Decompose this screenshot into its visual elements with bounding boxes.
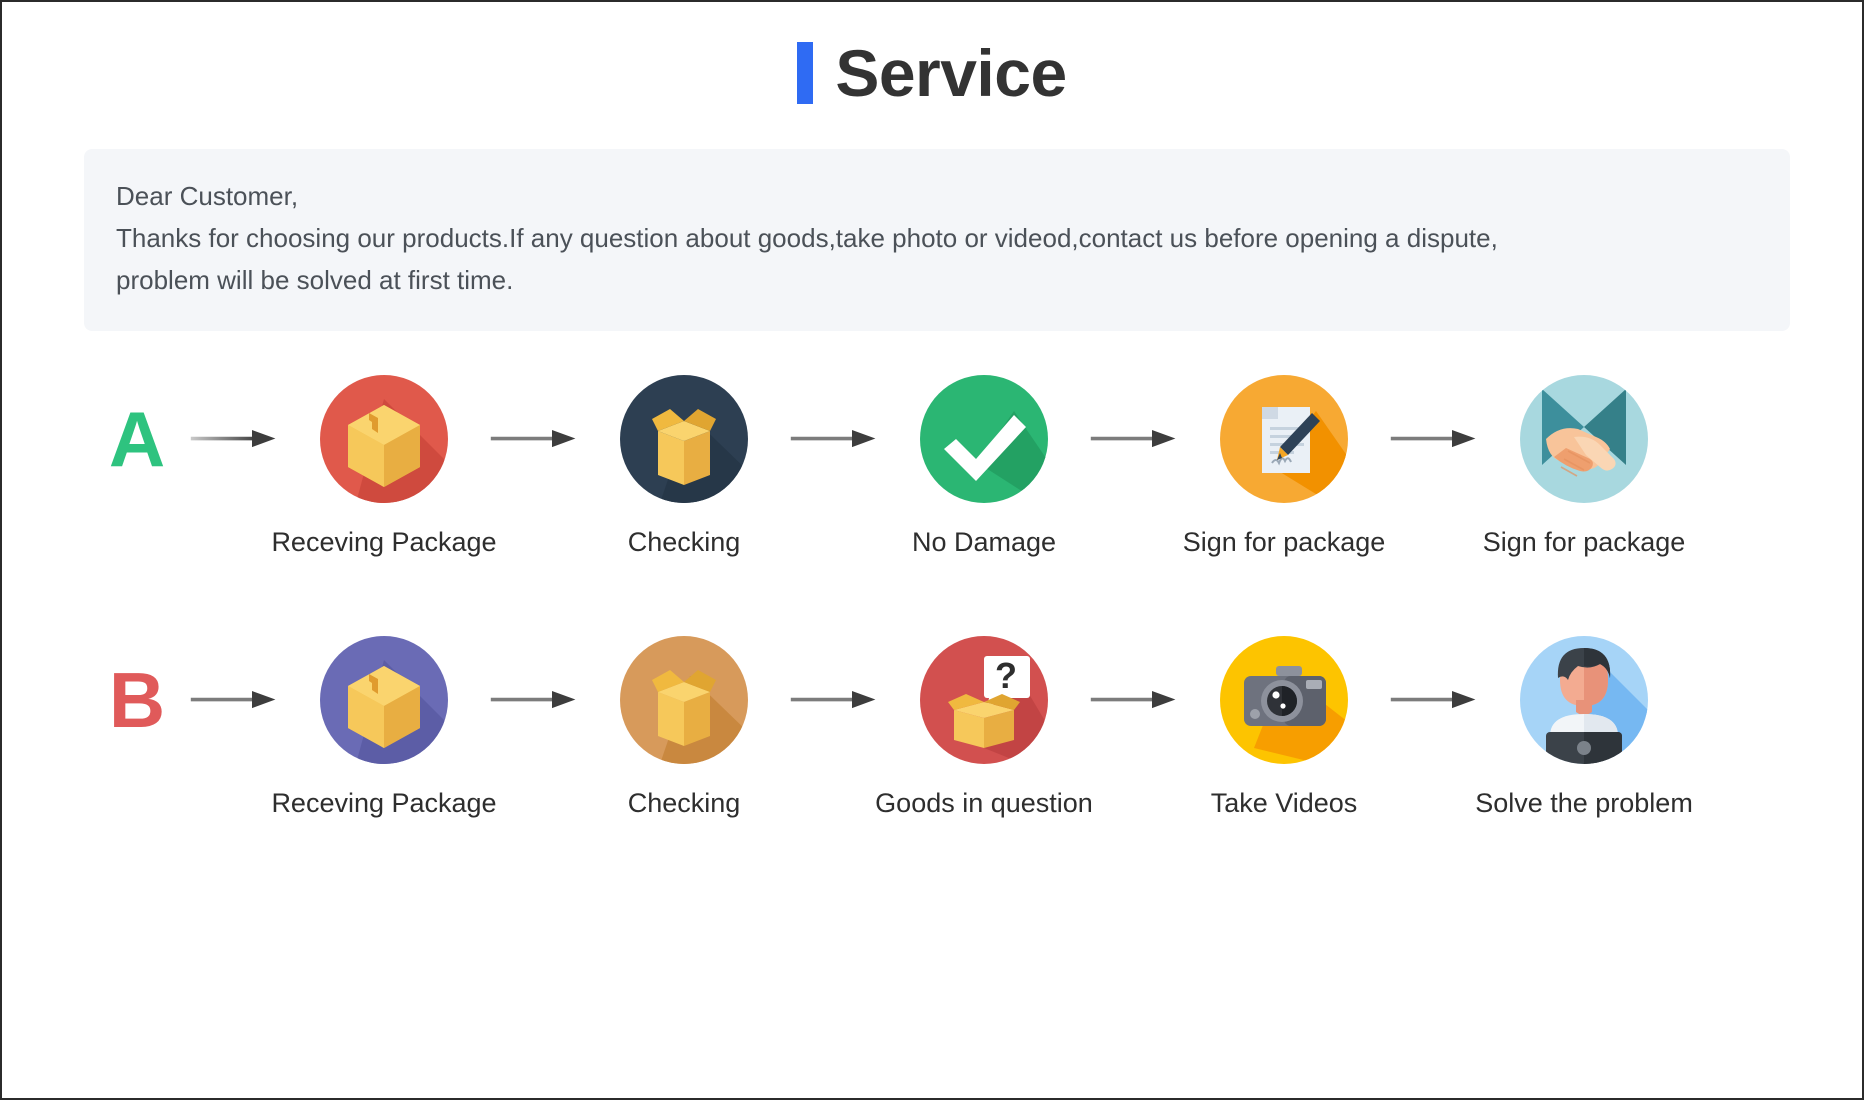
flow-step-label: Checking	[627, 527, 741, 558]
flow-step-b-1: Receving Package	[271, 636, 497, 819]
arrow-right-icon	[1382, 636, 1486, 764]
arrow-right-icon	[482, 375, 586, 503]
flow-step-a-3: No Damage	[886, 375, 1082, 558]
icon-slot	[620, 636, 748, 765]
flow-step-label: Solve the problem	[1475, 788, 1693, 819]
flow-step-a-5: Sign for package	[1483, 375, 1685, 558]
flow-step-a-1: Receving Package	[271, 375, 497, 558]
flow-letter-b-text: B	[108, 656, 166, 745]
flow-step-b-3: ? Goods in question	[875, 636, 1093, 819]
customer-note-panel: Dear Customer, Thanks for choosing our p…	[84, 149, 1790, 332]
icon-slot: ?	[920, 636, 1048, 765]
icon-slot	[620, 375, 748, 504]
flow-step-label: No Damage	[911, 527, 1057, 558]
icon-slot	[320, 375, 448, 504]
flow-step-a-2: Checking	[586, 375, 782, 558]
package-box-icon	[320, 636, 448, 765]
handshake-icon	[1520, 375, 1648, 504]
open-box-icon	[620, 636, 748, 765]
page-title-container: Service	[2, 2, 1862, 109]
flow-step-b-4: Take Videos	[1186, 636, 1382, 819]
flow-b-letter: B	[92, 636, 182, 764]
letter-slot: A	[109, 375, 165, 503]
note-line-1: Dear Customer,	[116, 181, 299, 211]
flow-step-b-2: Checking	[586, 636, 782, 819]
flow-step-label: Sign for package	[1182, 527, 1386, 558]
icon-slot	[1220, 636, 1348, 765]
arrow-right-icon	[182, 636, 286, 764]
support-agent-icon	[1520, 636, 1648, 765]
flow-step-label: Receving Package	[271, 788, 497, 819]
icon-slot	[1520, 636, 1648, 765]
flow-step-label: Checking	[627, 788, 741, 819]
icon-slot	[1220, 375, 1348, 504]
service-flow-diagram: A Receving Package Checking No Damage Si…	[2, 375, 1862, 819]
flow-step-b-5: Solve the problem	[1475, 636, 1693, 819]
sign-document-icon	[1220, 375, 1348, 504]
icon-slot	[320, 636, 448, 765]
note-line-3: problem will be solved at first time.	[116, 265, 514, 296]
page-title: Service	[797, 36, 1067, 110]
icon-slot	[1520, 375, 1648, 504]
arrow-right-icon	[482, 636, 586, 764]
flow-row-b: B Receving Package Checking ? Goods in q…	[92, 636, 1802, 819]
question-box-icon: ?	[920, 636, 1048, 765]
flow-letter-a-text: A	[108, 395, 166, 484]
open-box-icon	[620, 375, 748, 504]
flow-step-a-4: Sign for package	[1183, 375, 1385, 558]
arrow-right-icon	[1082, 375, 1186, 503]
letter-slot: B	[109, 636, 165, 764]
arrow-right-icon	[782, 636, 886, 764]
note-line-2: Thanks for choosing our products.If any …	[116, 223, 1498, 254]
package-box-icon	[320, 375, 448, 504]
arrow-right-icon	[1082, 636, 1186, 764]
flow-step-label: Receving Package	[271, 527, 497, 558]
arrow-right-icon	[182, 375, 286, 503]
camera-icon	[1220, 636, 1348, 765]
icon-slot	[920, 375, 1048, 504]
page-title-text: Service	[835, 36, 1067, 110]
service-page: Service Dear Customer, Thanks for choosi…	[0, 0, 1864, 1100]
arrow-right-icon	[1382, 375, 1486, 503]
flow-step-label: Sign for package	[1482, 527, 1686, 558]
flow-a-letter: A	[92, 375, 182, 503]
svg-text:?: ?	[995, 655, 1017, 696]
flow-step-label: Take Videos	[1210, 788, 1358, 819]
flow-step-label: Goods in question	[875, 788, 1093, 819]
flow-row-a: A Receving Package Checking No Damage Si…	[92, 375, 1802, 558]
title-accent-bar	[797, 42, 814, 104]
check-mark-icon	[920, 375, 1048, 504]
arrow-right-icon	[782, 375, 886, 503]
